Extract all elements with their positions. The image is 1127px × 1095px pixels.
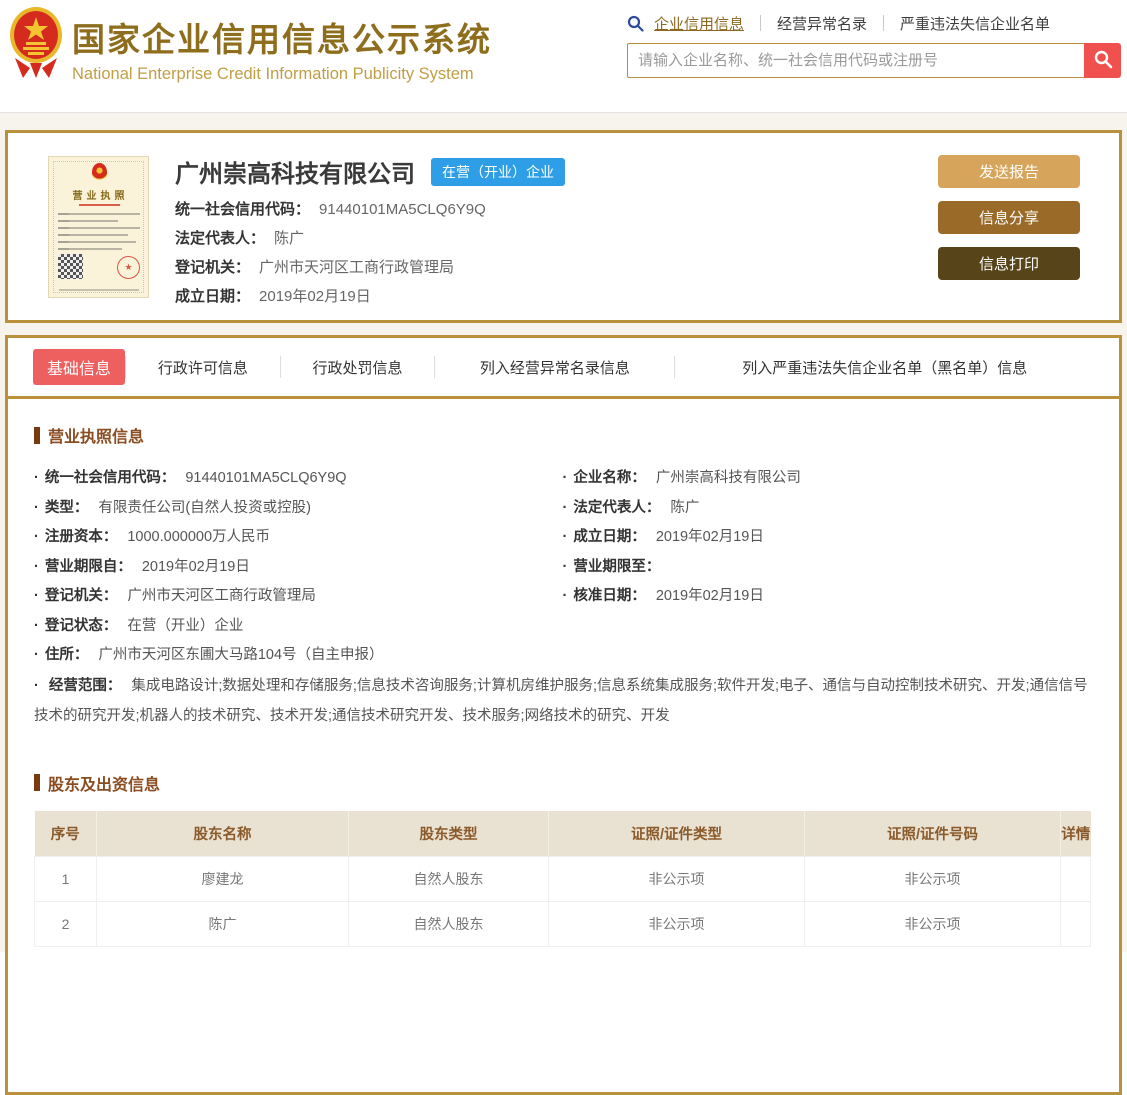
status-badge: 在营（开业）企业 bbox=[431, 157, 565, 186]
col-header-index: 序号 bbox=[34, 810, 97, 857]
field-registered-capital: 注册资本：1000.000000万人民币 bbox=[34, 523, 563, 553]
cell-certificate-type: 非公示项 bbox=[548, 856, 805, 902]
section-title: 股东及出资信息 bbox=[48, 776, 161, 794]
cell-details bbox=[1060, 856, 1091, 902]
field-company-type: 类型：有限责任公司(自然人投资或控股) bbox=[34, 494, 563, 524]
cell-shareholder-name: 陈广 bbox=[96, 901, 349, 947]
field-business-scope: 经营范围：集成电路设计;数据处理和存储服务;信息技术咨询服务;计算机房维护服务;… bbox=[34, 671, 1091, 731]
tab-administrative-penalty[interactable]: 行政处罚信息 bbox=[281, 357, 435, 378]
license-emblem-icon bbox=[92, 163, 107, 181]
site-title-en: National Enterprise Credit Information P… bbox=[72, 65, 474, 83]
field-term-from: 营业期限自：2019年02月19日 bbox=[34, 553, 563, 583]
cell-certificate-number: 非公示项 bbox=[804, 856, 1061, 902]
field-company-name: 企业名称：广州崇高科技有限公司 bbox=[563, 464, 1092, 494]
shareholders-section-header: 股东及出资信息 bbox=[34, 771, 1091, 795]
search-bar bbox=[627, 43, 1121, 78]
nav-link-serious-violation-list[interactable]: 严重违法失信企业名单 bbox=[900, 13, 1050, 34]
search-input[interactable] bbox=[627, 43, 1084, 78]
nav-link-abnormal-operations-list[interactable]: 经营异常名录 bbox=[777, 13, 867, 34]
cell-shareholder-type: 自然人股东 bbox=[348, 901, 549, 947]
card-field-credit-code: 统一社会信用代码： 91440101MA5CLQ6Y9Q bbox=[175, 201, 486, 218]
cell-certificate-type: 非公示项 bbox=[548, 901, 805, 947]
field-registration-authority: 登记机关：广州市天河区工商行政管理局 bbox=[34, 582, 563, 612]
company-card-panel: 营业执照 ★ 广州崇高科技有限公司 在营（开业）企业 统一社会信用代码： 9144… bbox=[5, 130, 1122, 323]
col-header-certificate-type: 证照/证件类型 bbox=[548, 810, 805, 857]
tab-separator bbox=[125, 356, 127, 378]
cell-shareholder-type: 自然人股东 bbox=[348, 856, 549, 902]
print-info-button[interactable]: 信息打印 bbox=[938, 247, 1080, 280]
license-red-seal: ★ bbox=[117, 256, 140, 279]
col-header-shareholder-type: 股东类型 bbox=[348, 810, 549, 857]
site-title-cn: 国家企业信用信息公示系统 bbox=[72, 21, 492, 58]
main-panel: 基础信息 行政许可信息 行政处罚信息 列入经营异常名录信息 列入严重违法失信企业… bbox=[5, 335, 1122, 1095]
send-report-button[interactable]: 发送报告 bbox=[938, 155, 1080, 188]
card-field-establishment-date: 成立日期： 2019年02月19日 bbox=[175, 288, 371, 305]
col-header-shareholder-name: 股东名称 bbox=[96, 810, 349, 857]
col-header-details: 详情 bbox=[1060, 810, 1091, 857]
search-button[interactable] bbox=[1084, 43, 1121, 78]
section-bar-icon bbox=[34, 774, 40, 791]
nav-separator bbox=[883, 15, 885, 31]
field-establishment-date: 成立日期：2019年02月19日 bbox=[563, 523, 1092, 553]
share-info-button[interactable]: 信息分享 bbox=[938, 201, 1080, 234]
license-info-section-header: 营业执照信息 bbox=[34, 423, 1091, 447]
tab-basic-info[interactable]: 基础信息 bbox=[33, 349, 126, 385]
section-title: 营业执照信息 bbox=[48, 429, 145, 446]
card-field-legal-rep: 法定代表人： 陈广 bbox=[175, 230, 305, 247]
field-credit-code: 统一社会信用代码：91440101MA5CLQ6Y9Q bbox=[34, 464, 563, 494]
card-field-registration-authority: 登记机关： 广州市天河区工商行政管理局 bbox=[175, 259, 455, 276]
cell-certificate-number: 非公示项 bbox=[804, 901, 1061, 947]
table-row: 1 廖建龙 自然人股东 非公示项 非公示项 bbox=[34, 856, 1091, 902]
shareholders-table: 序号 股东名称 股东类型 证照/证件类型 证照/证件号码 详情 1 廖建龙 自然… bbox=[34, 810, 1091, 947]
header-right: 企业信用信息 经营异常名录 严重违法失信企业名单 bbox=[627, 13, 1121, 78]
tab-blacklist[interactable]: 列入严重违法失信企业名单（黑名单）信息 bbox=[675, 357, 1094, 378]
license-qr-code bbox=[58, 254, 83, 279]
card-buttons: 发送报告 信息分享 信息打印 bbox=[938, 155, 1080, 320]
section-bar-icon bbox=[34, 426, 40, 444]
national-emblem-logo bbox=[9, 6, 63, 83]
fields-right-column: 企业名称：广州崇高科技有限公司 法定代表人：陈广 成立日期：2019年02月19… bbox=[563, 464, 1092, 671]
shareholders-section: 股东及出资信息 序号 股东名称 股东类型 证照/证件类型 证照/证件号码 详情 bbox=[34, 771, 1091, 947]
license-footer-line bbox=[59, 289, 139, 291]
search-button-icon bbox=[1093, 49, 1113, 72]
field-term-to: 营业期限至： bbox=[563, 553, 1092, 583]
table-row: 2 陈广 自然人股东 非公示项 非公示项 bbox=[34, 901, 1091, 947]
nav-separator bbox=[760, 15, 762, 31]
tab-abnormal-operations[interactable]: 列入经营异常名录信息 bbox=[435, 357, 674, 378]
field-address: 住所：广州市天河区东圃大马路104号（自主申报） bbox=[34, 641, 563, 671]
cell-index: 2 bbox=[34, 901, 97, 947]
nav-link-enterprise-credit-info[interactable]: 企业信用信息 bbox=[654, 13, 744, 34]
cell-details bbox=[1060, 901, 1091, 947]
license-title: 营业执照 bbox=[72, 191, 129, 202]
top-nav: 企业信用信息 经营异常名录 严重违法失信企业名单 bbox=[627, 13, 1121, 33]
field-approval-date: 核准日期：2019年02月19日 bbox=[563, 582, 1092, 612]
search-icon bbox=[627, 15, 644, 32]
field-legal-rep: 法定代表人：陈广 bbox=[563, 494, 1092, 524]
col-header-certificate-number: 证照/证件号码 bbox=[804, 810, 1061, 857]
cell-index: 1 bbox=[34, 856, 97, 902]
cell-shareholder-name: 廖建龙 bbox=[96, 856, 349, 902]
site-header: 国家企业信用信息公示系统 National Enterprise Credit … bbox=[0, 0, 1127, 113]
basic-info-content: 营业执照信息 统一社会信用代码：91440101MA5CLQ6Y9Q 类型：有限… bbox=[8, 399, 1119, 947]
tab-bar: 基础信息 行政许可信息 行政处罚信息 列入经营异常名录信息 列入严重违法失信企业… bbox=[8, 338, 1119, 396]
table-header-row: 序号 股东名称 股东类型 证照/证件类型 证照/证件号码 详情 bbox=[34, 810, 1091, 857]
site-title-block: 国家企业信用信息公示系统 National Enterprise Credit … bbox=[72, 13, 492, 84]
company-name: 广州崇高科技有限公司 bbox=[175, 161, 415, 188]
company-info: 广州崇高科技有限公司 在营（开业）企业 统一社会信用代码： 91440101MA5… bbox=[175, 154, 938, 320]
license-info-fields: 统一社会信用代码：91440101MA5CLQ6Y9Q 类型：有限责任公司(自然… bbox=[34, 464, 1091, 671]
license-red-line bbox=[79, 204, 120, 206]
field-registration-status: 登记状态：在营（开业）企业 bbox=[34, 612, 563, 642]
fields-left-column: 统一社会信用代码：91440101MA5CLQ6Y9Q 类型：有限责任公司(自然… bbox=[34, 464, 563, 671]
tab-administrative-license[interactable]: 行政许可信息 bbox=[125, 356, 280, 378]
business-license-thumbnail: 营业执照 ★ bbox=[48, 156, 149, 298]
